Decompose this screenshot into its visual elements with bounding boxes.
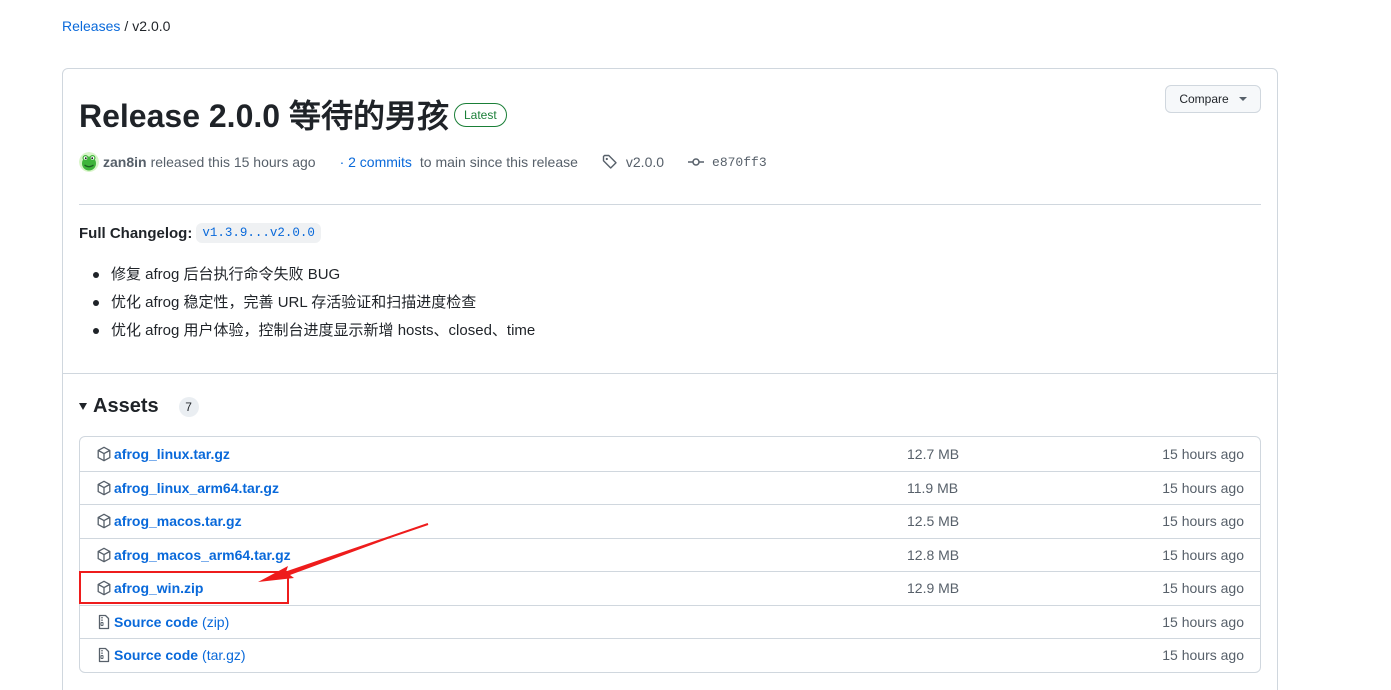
breadcrumb-releases-link[interactable]: Releases: [62, 18, 120, 34]
compare-label: Compare: [1179, 92, 1229, 106]
package-icon: [97, 513, 111, 529]
asset-time: 15 hours ago: [1162, 513, 1244, 530]
asset-size: 12.8 MB: [907, 546, 960, 563]
compare-button[interactable]: Compare: [1165, 85, 1261, 113]
asset-size: 12.9 MB: [907, 580, 960, 597]
asset-time: 15 hours ago: [1162, 445, 1244, 462]
asset-download-link[interactable]: afrog_macos_arm64.tar.gz: [96, 547, 291, 563]
asset-size: 12.5 MB: [907, 513, 960, 530]
asset-row: afrog_win.zip 12.9 MB 15 hours ago: [80, 571, 1260, 605]
assets-toggle[interactable]: Assets 7: [79, 395, 199, 418]
asset-name: Source code: [114, 613, 199, 630]
chevron-down-icon: [1238, 97, 1247, 101]
avatar[interactable]: [79, 152, 99, 172]
asset-time: 15 hours ago: [1162, 479, 1244, 496]
breadcrumb-current: v2.0.0: [132, 18, 171, 34]
asset-row: Source code (tar.gz) 15 hours ago: [80, 638, 1260, 672]
package-icon: [97, 580, 111, 596]
commit-info[interactable]: e870ff3: [688, 154, 767, 170]
asset-name: afrog_linux_arm64.tar.gz: [114, 479, 279, 496]
asset-time: 15 hours ago: [1162, 613, 1244, 630]
release-note: 修复 afrog 后台执行命令失败 BUG: [93, 261, 535, 289]
file-zip-icon: [98, 614, 110, 629]
release-meta: zan8in released this 15 hours ago · 2 co…: [79, 151, 767, 173]
breadcrumb-separator: /: [124, 18, 129, 34]
changelog-label: Full Changelog:: [79, 224, 193, 242]
package-icon: [97, 446, 111, 462]
triangle-down-icon: [79, 403, 87, 410]
commits-suffix: to main since this release: [419, 154, 578, 170]
package-icon: [97, 547, 111, 563]
package-icon: [97, 480, 111, 496]
asset-size: 12.7 MB: [907, 445, 960, 462]
tag-name: v2.0.0: [625, 154, 665, 170]
assets-count-badge: 7: [178, 396, 199, 417]
release-note: 优化 afrog 用户体验，控制台进度显示新增 hosts、closed、tim…: [93, 317, 535, 345]
asset-download-link[interactable]: afrog_linux_arm64.tar.gz: [96, 480, 279, 496]
release-card: Release 2.0.0 等待的男孩 Latest Compare zan8i…: [62, 68, 1278, 690]
asset-row: afrog_linux.tar.gz 12.7 MB 15 hours ago: [80, 437, 1260, 471]
released-text: released this 15 hours ago: [150, 154, 316, 170]
asset-download-link[interactable]: afrog_linux.tar.gz: [96, 446, 230, 462]
commits-info: · 2 commits to main since this release: [340, 154, 578, 170]
asset-name: afrog_linux.tar.gz: [114, 445, 230, 462]
latest-badge: Latest: [454, 103, 507, 127]
assets-divider: [63, 373, 1277, 374]
asset-size: 11.9 MB: [907, 479, 959, 496]
breadcrumb: Releases / v2.0.0: [62, 18, 170, 34]
file-zip-icon: [98, 648, 110, 663]
asset-download-link[interactable]: afrog_win.zip: [96, 580, 203, 596]
commits-link[interactable]: · 2 commits: [340, 154, 412, 170]
asset-suffix: (zip): [202, 613, 230, 630]
full-changelog: Full Changelog: v1.3.9...v2.0.0: [79, 223, 321, 243]
asset-download-link[interactable]: Source code (tar.gz): [96, 647, 246, 663]
assets-title: Assets: [93, 395, 159, 417]
asset-name: afrog_win.zip: [114, 580, 204, 597]
asset-name: afrog_macos_arm64.tar.gz: [114, 546, 291, 563]
asset-time: 15 hours ago: [1162, 647, 1244, 664]
tag-icon: [602, 154, 617, 169]
asset-list: afrog_linux.tar.gz 12.7 MB 15 hours ago afr…: [79, 436, 1261, 673]
changelog-range-link[interactable]: v1.3.9...v2.0.0: [196, 223, 321, 243]
asset-row: afrog_macos_arm64.tar.gz 12.8 MB 15 hours …: [80, 537, 1260, 572]
release-title: Release 2.0.0 等待的男孩: [79, 98, 449, 134]
asset-name: afrog_macos.tar.gz: [114, 513, 242, 530]
release-notes: 修复 afrog 后台执行命令失败 BUG 优化 afrog 稳定性，完善 UR…: [93, 261, 535, 345]
commit-sha: e870ff3: [712, 154, 767, 170]
asset-time: 15 hours ago: [1162, 546, 1244, 563]
asset-download-link[interactable]: afrog_macos.tar.gz: [96, 513, 242, 529]
git-commit-icon: [688, 158, 705, 166]
asset-suffix: (tar.gz): [202, 647, 246, 664]
asset-name: Source code: [114, 647, 199, 664]
asset-row: afrog_macos.tar.gz 12.5 MB 15 hours ago: [80, 504, 1260, 538]
tag-info[interactable]: v2.0.0: [602, 154, 664, 170]
divider: [79, 204, 1261, 205]
asset-download-link[interactable]: Source code (zip): [96, 614, 229, 630]
author-link[interactable]: zan8in: [103, 154, 147, 170]
asset-row: Source code (zip) 15 hours ago: [80, 604, 1260, 639]
release-note: 优化 afrog 稳定性，完善 URL 存活验证和扫描进度检查: [93, 289, 535, 317]
asset-row: afrog_linux_arm64.tar.gz 11.9 MB 15 hours …: [80, 470, 1260, 505]
asset-time: 15 hours ago: [1162, 580, 1244, 597]
